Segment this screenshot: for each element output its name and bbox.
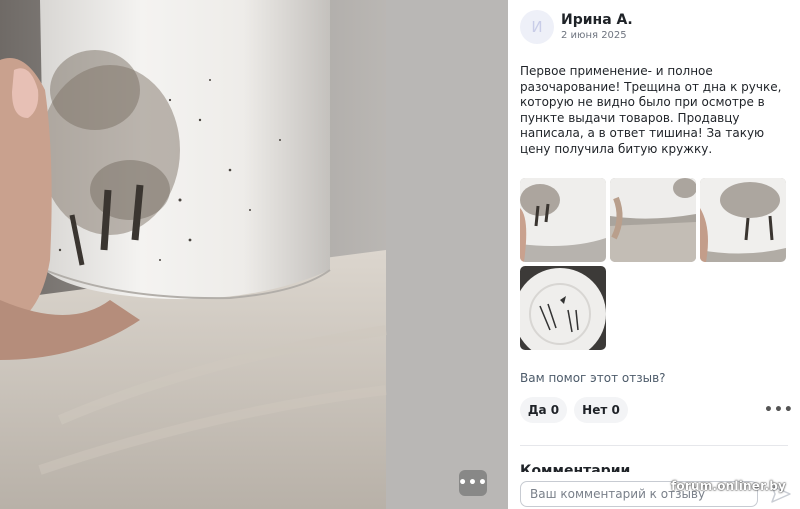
author-name: Ирина А. — [561, 12, 633, 28]
photo-viewer[interactable]: ••• — [0, 0, 508, 509]
avatar: И — [520, 10, 554, 44]
photo-thumb-1[interactable] — [520, 178, 606, 262]
more-horizontal-icon[interactable]: ••• — [458, 470, 487, 496]
vote-yes-button[interactable]: Да 0 — [520, 397, 567, 423]
helpful-question: Вам помог этот отзыв? — [520, 371, 666, 385]
more-options-icon[interactable]: ••• — [764, 401, 793, 419]
review-author: И Ирина А. 2 июня 2025 — [520, 10, 633, 44]
photo-thumb-3[interactable] — [700, 178, 786, 262]
author-meta: Ирина А. 2 июня 2025 — [561, 11, 633, 43]
comments-heading: Комментарии — [520, 463, 631, 472]
vote-no-button[interactable]: Нет 0 — [574, 397, 628, 423]
photo-thumb-4[interactable] — [520, 266, 606, 350]
mug-photo-icon — [520, 178, 606, 262]
mug-bottom-photo-icon — [610, 178, 696, 262]
review-panel: И Ирина А. 2 июня 2025 Первое применение… — [508, 0, 800, 509]
mug-side-photo-icon — [700, 178, 786, 262]
review-text: Первое применение- и полное разочаровани… — [520, 64, 782, 156]
divider — [520, 445, 788, 446]
photo-thumb-2[interactable] — [610, 178, 696, 262]
mug-stamp-photo-icon — [520, 266, 606, 350]
review-photo-large — [0, 0, 508, 509]
watermark-text: forum.onliner.by — [671, 479, 787, 493]
review-date: 2 июня 2025 — [561, 30, 627, 41]
